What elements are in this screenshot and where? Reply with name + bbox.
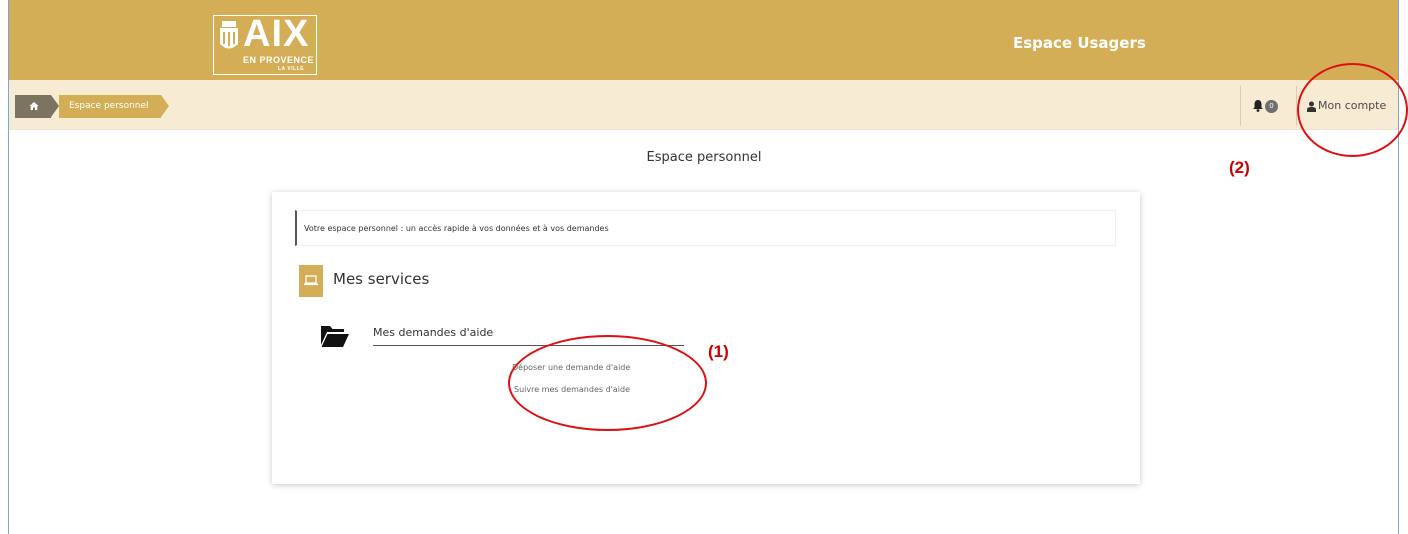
breadcrumb-home[interactable] [15, 95, 51, 118]
folder-open-icon [321, 326, 349, 347]
top-header: AIX EN PROVENCE LA VILLE Espace Usagers [9, 0, 1398, 80]
notification-badge[interactable]: 0 [1265, 100, 1278, 113]
home-icon [29, 102, 39, 110]
annotation-marker-1: (1) [708, 342, 729, 361]
annotation-marker-2: (2) [1229, 158, 1250, 177]
intro-text: Votre espace personnel : un accès rapide… [295, 210, 1116, 246]
breadcrumb-current[interactable]: Espace personnel [59, 95, 161, 118]
app-title: Espace Usagers [1013, 34, 1146, 52]
toolbar-divider [1240, 86, 1241, 126]
breadcrumb-separator [51, 95, 59, 117]
coat-of-arms-icon [220, 21, 238, 49]
demandes-heading: Mes demandes d'aide [373, 326, 494, 339]
logo-subtitle: EN PROVENCE [243, 55, 315, 65]
services-section-icon [299, 265, 323, 297]
services-card: Votre espace personnel : un accès rapide… [272, 192, 1140, 484]
laptop-icon [304, 275, 318, 286]
breadcrumb-current-label: Espace personnel [69, 101, 149, 111]
logo-text: AIX [243, 13, 310, 55]
city-logo[interactable]: AIX EN PROVENCE LA VILLE [213, 13, 317, 75]
breadcrumb-bar: Espace personnel [9, 80, 1398, 130]
bell-icon[interactable] [1252, 99, 1264, 112]
page-title: Espace personnel [646, 150, 762, 165]
annotation-circle-1 [508, 335, 707, 431]
breadcrumb-current-arrow [161, 95, 169, 117]
services-heading: Mes services [333, 270, 430, 288]
logo-tagline: LA VILLE [278, 66, 305, 72]
annotation-circle-2 [1297, 63, 1408, 157]
